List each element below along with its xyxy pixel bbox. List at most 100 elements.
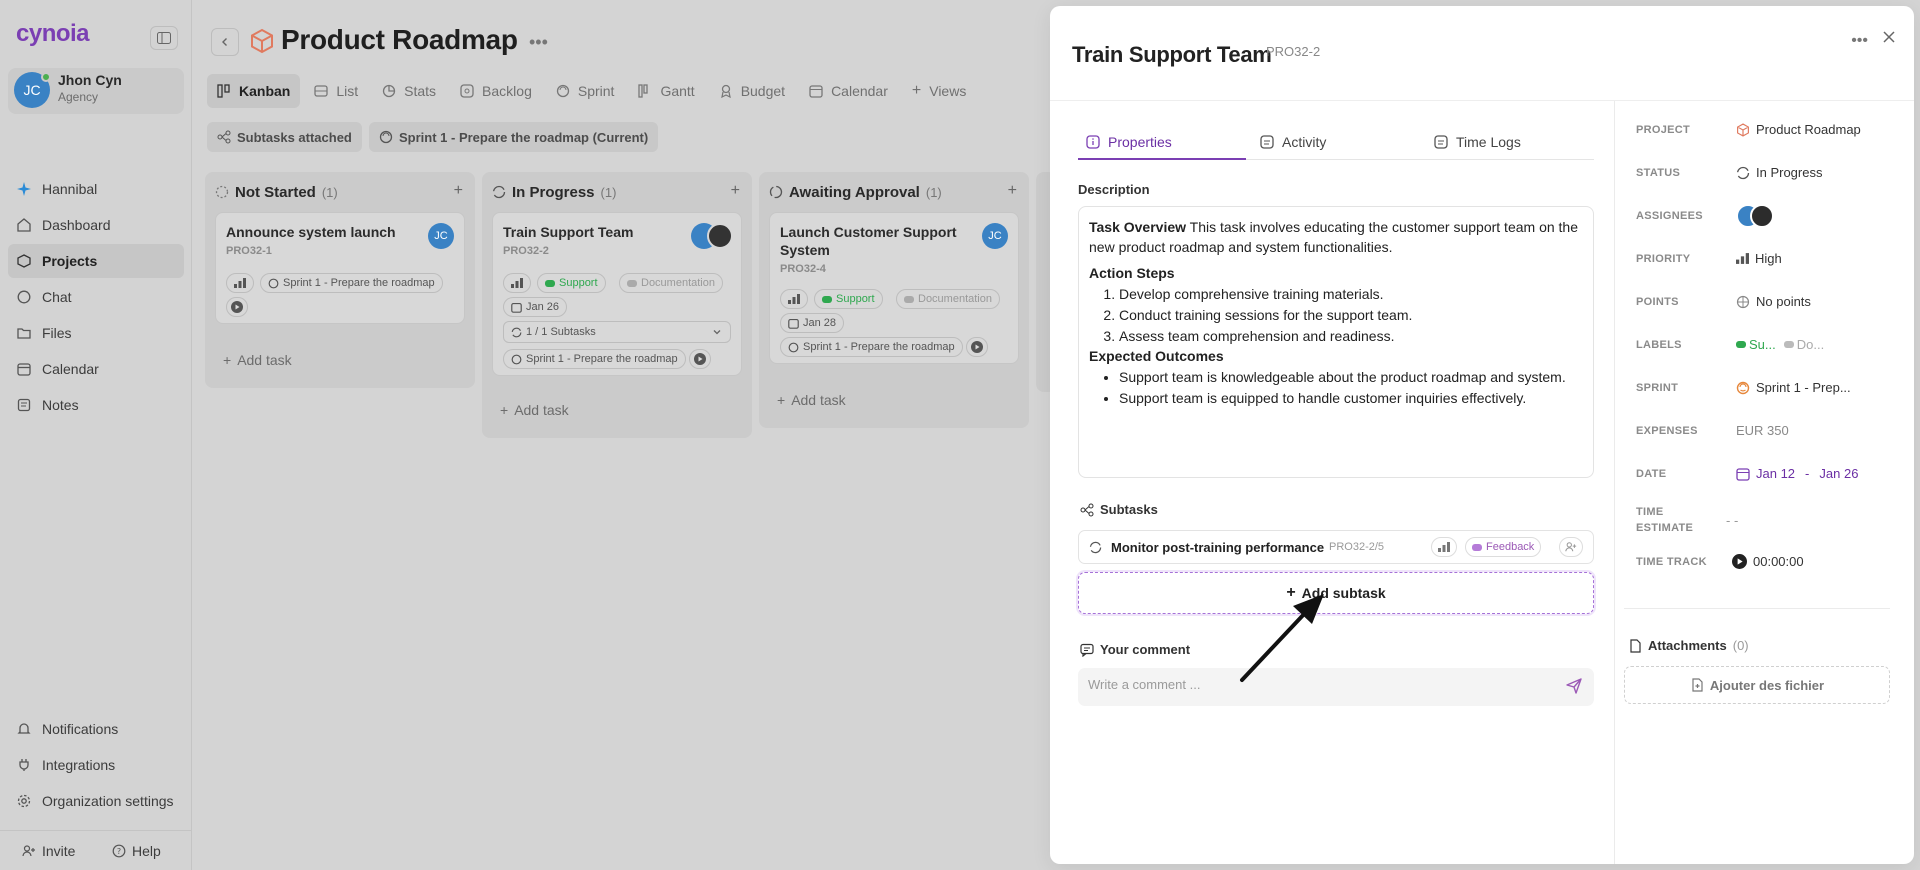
task-card[interactable]: Train Support Team PRO32-2 Support Docum…: [492, 212, 742, 376]
attachments-label: Attachments (0): [1628, 638, 1749, 653]
timer-pill[interactable]: [689, 349, 711, 369]
sidebar-toggle-icon: [157, 32, 171, 44]
play-icon: [1732, 554, 1747, 569]
tab-activity[interactable]: Activity: [1260, 124, 1326, 160]
sprint-icon: [268, 278, 279, 288]
sidebar-footer: Invite ? Help: [0, 830, 192, 870]
property-label-labels: LABELS: [1636, 339, 1682, 351]
subtasks-section-label: Subtasks: [1080, 502, 1158, 517]
tag-icon: [1783, 341, 1794, 348]
tab-views[interactable]: + Views: [902, 74, 976, 108]
task-card[interactable]: Launch Customer Support System PRO32-4 J…: [769, 212, 1019, 364]
tab-gantt[interactable]: Gantt: [628, 74, 704, 108]
send-icon: [1566, 678, 1582, 694]
label-support: Support: [814, 289, 883, 309]
property-assignees[interactable]: [1736, 204, 1774, 228]
sidebar-item-hannibal[interactable]: Hannibal: [8, 172, 184, 206]
property-time-estimate[interactable]: - -: [1726, 513, 1738, 528]
add-attachment-button[interactable]: Ajouter des fichier: [1624, 666, 1890, 704]
tab-budget[interactable]: Budget: [709, 74, 795, 108]
calendar-icon: [809, 85, 823, 98]
action-steps-heading: Action Steps: [1089, 265, 1175, 281]
property-date[interactable]: Jan 12 - Jan 26: [1736, 466, 1858, 481]
gantt-icon: [638, 84, 649, 98]
sidebar-item-organization-settings[interactable]: Organization settings: [8, 784, 184, 818]
property-labels[interactable]: Su... Do...: [1736, 337, 1824, 352]
add-task-plus-button[interactable]: +: [731, 182, 740, 200]
tab-properties[interactable]: Properties: [1086, 124, 1172, 160]
property-priority[interactable]: High: [1736, 251, 1782, 266]
calendar-icon: [1736, 467, 1750, 481]
sidebar-item-dashboard[interactable]: Dashboard: [8, 208, 184, 242]
tab-kanban[interactable]: Kanban: [207, 74, 301, 108]
sprint-icon: [379, 130, 393, 144]
sidebar-item-calendar[interactable]: Calendar: [8, 352, 184, 386]
subtask-label-feedback[interactable]: Feedback: [1465, 537, 1542, 557]
add-subtask-button[interactable]: + Add subtask: [1078, 572, 1594, 614]
tab-sprint[interactable]: Sprint: [546, 74, 625, 108]
tab-backlog[interactable]: Backlog: [450, 74, 542, 108]
sidebar-item-notes[interactable]: Notes: [8, 388, 184, 422]
description-editor[interactable]: Task Overview This task involves educati…: [1078, 206, 1594, 478]
add-task-button[interactable]: + Add task: [500, 402, 569, 418]
sidebar-item-chat[interactable]: Chat: [8, 280, 184, 314]
more-options-icon[interactable]: •••: [1851, 32, 1868, 50]
subtask-priority-pill[interactable]: [1431, 537, 1457, 557]
subtask-assign-button[interactable]: [1559, 537, 1583, 557]
subtasks-progress-toggle[interactable]: 1 / 1 Subtasks: [503, 321, 731, 343]
list-icon: [314, 85, 328, 97]
header-divider: [1050, 100, 1914, 101]
sidebar-item-notifications[interactable]: Notifications: [8, 712, 184, 746]
add-task-button[interactable]: + Add task: [777, 392, 846, 408]
subtask-icon: [1080, 503, 1094, 516]
property-label-project: PROJECT: [1636, 124, 1691, 136]
comment-input[interactable]: [1088, 677, 1548, 692]
close-button[interactable]: [1882, 30, 1896, 44]
budget-icon: [720, 84, 731, 98]
due-date-pill: Jan 28: [780, 313, 845, 333]
sidebar-item-files[interactable]: Files: [8, 316, 184, 350]
timer-pill[interactable]: [966, 337, 988, 357]
invite-button[interactable]: Invite: [22, 839, 75, 863]
sidebar-item-integrations[interactable]: Integrations: [8, 748, 184, 782]
timer-pill[interactable]: [226, 297, 248, 317]
points-icon: [1736, 295, 1750, 308]
task-card[interactable]: Announce system launch PRO32-1 JC Sprint…: [215, 212, 465, 324]
tab-stats[interactable]: Stats: [372, 74, 446, 108]
add-task-plus-button[interactable]: +: [1008, 182, 1017, 200]
in-progress-status-icon: [1736, 166, 1750, 179]
sidebar-item-projects[interactable]: Projects: [8, 244, 184, 278]
add-task-plus-button[interactable]: +: [454, 182, 463, 200]
property-status[interactable]: In Progress: [1736, 165, 1822, 180]
filter-sprint[interactable]: Sprint 1 - Prepare the roadmap (Current): [369, 122, 659, 152]
tab-time-logs[interactable]: Time Logs: [1434, 124, 1521, 160]
project-more-icon[interactable]: •••: [529, 32, 548, 53]
outcomes-list: Support team is knowledgeable about the …: [1089, 367, 1583, 408]
tab-list[interactable]: List: [304, 74, 368, 108]
sprint-pill: Sprint 1 - Prepare the roadmap: [260, 273, 443, 293]
property-expenses[interactable]: EUR 350: [1736, 423, 1789, 438]
notes-icon: [17, 398, 31, 412]
add-task-button[interactable]: + Add task: [223, 352, 292, 368]
priority-pill: [780, 289, 808, 309]
user-role: Agency: [58, 90, 99, 104]
project-title: Product Roadmap: [281, 24, 518, 55]
subtask-row[interactable]: Monitor post-training performance PRO32-…: [1078, 530, 1594, 564]
property-project[interactable]: Product Roadmap: [1736, 122, 1861, 137]
property-points[interactable]: No points: [1736, 294, 1811, 309]
filter-subtasks-attached[interactable]: Subtasks attached: [207, 122, 362, 152]
chevron-down-icon: [713, 330, 721, 335]
property-time-track[interactable]: 00:00:00: [1732, 554, 1804, 569]
priority-pill: [503, 273, 531, 293]
awaiting-status-icon: [769, 185, 783, 199]
app-logo: cynoia: [16, 20, 90, 47]
property-sprint[interactable]: Sprint 1 - Prep...: [1736, 380, 1851, 395]
back-button[interactable]: [211, 28, 239, 56]
sidebar-collapse-button[interactable]: [150, 26, 178, 50]
folder-icon: [17, 328, 31, 339]
plus-icon: +: [777, 392, 786, 408]
tab-calendar[interactable]: Calendar: [799, 74, 898, 108]
help-button[interactable]: ? Help: [112, 839, 161, 863]
user-card[interactable]: JC Jhon Cyn Agency: [8, 68, 184, 114]
send-button[interactable]: [1566, 678, 1582, 694]
